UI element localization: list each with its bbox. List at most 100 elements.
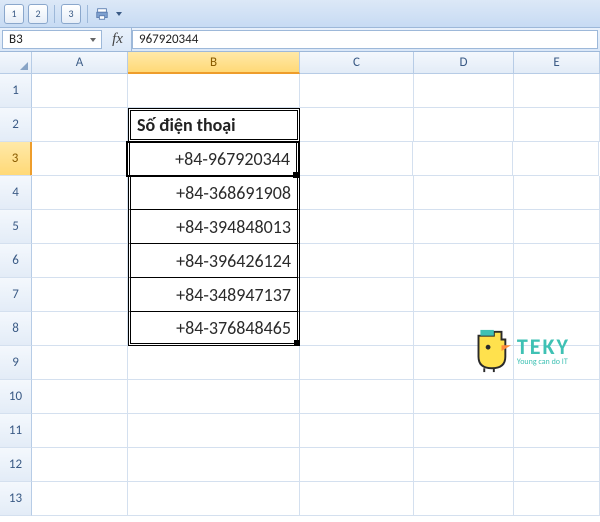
- cell-C10[interactable]: [300, 380, 414, 414]
- cell-B2[interactable]: Số điện thoại: [128, 108, 300, 142]
- row-header-4[interactable]: 4: [0, 176, 32, 210]
- row-header-8[interactable]: 8: [0, 312, 32, 346]
- cell-A11[interactable]: [32, 414, 128, 448]
- formula-value: 967920344: [139, 32, 198, 47]
- formula-input[interactable]: 967920344: [132, 30, 598, 49]
- cell-A2[interactable]: [32, 108, 128, 142]
- row-header-1[interactable]: 1: [0, 74, 32, 108]
- cell-E12[interactable]: [514, 448, 600, 482]
- cell-B7[interactable]: +84-348947137: [128, 278, 300, 312]
- cell-A8[interactable]: [32, 312, 128, 346]
- window-switch-2[interactable]: 2: [28, 4, 48, 24]
- cell-B5[interactable]: +84-394848013: [128, 210, 300, 244]
- cell-E9[interactable]: [514, 346, 600, 380]
- cell-D8[interactable]: [414, 312, 514, 346]
- cell-A7[interactable]: [32, 278, 128, 312]
- cell-A3[interactable]: [31, 142, 127, 176]
- cell-C6[interactable]: [300, 244, 414, 278]
- row-header-6[interactable]: 6: [0, 244, 32, 278]
- cell-B4[interactable]: +84-368691908: [128, 176, 300, 210]
- cell-B13[interactable]: [128, 482, 300, 516]
- cell-D10[interactable]: [414, 380, 514, 414]
- cell-B8[interactable]: +84-376848465: [128, 312, 300, 346]
- row-header-11[interactable]: 11: [0, 414, 32, 448]
- cell-B11[interactable]: [128, 414, 300, 448]
- row-header-5[interactable]: 5: [0, 210, 32, 244]
- cell-E7[interactable]: [514, 278, 600, 312]
- cell-E3[interactable]: [513, 142, 599, 176]
- column-header-B[interactable]: B: [128, 52, 300, 74]
- cell-D11[interactable]: [414, 414, 514, 448]
- cell-C5[interactable]: [300, 210, 414, 244]
- cell-C12[interactable]: [300, 448, 414, 482]
- row-11: 11: [0, 414, 600, 448]
- row-13: 13: [0, 482, 600, 516]
- cell-D5[interactable]: [414, 210, 514, 244]
- row-4: 4 +84-368691908: [0, 176, 600, 210]
- row-header-12[interactable]: 12: [0, 448, 32, 482]
- cell-E6[interactable]: [514, 244, 600, 278]
- cell-D1[interactable]: [414, 74, 514, 108]
- cell-C7[interactable]: [300, 278, 414, 312]
- cell-C3[interactable]: [299, 142, 413, 176]
- cell-C9[interactable]: [300, 346, 414, 380]
- cell-D13[interactable]: [414, 482, 514, 516]
- cell-E11[interactable]: [514, 414, 600, 448]
- column-header-E[interactable]: E: [514, 52, 600, 73]
- cell-E13[interactable]: [514, 482, 600, 516]
- print-preview-icon[interactable]: [94, 6, 110, 22]
- name-box[interactable]: B3: [2, 30, 102, 49]
- cell-A9[interactable]: [32, 346, 128, 380]
- cell-C2[interactable]: [300, 108, 414, 142]
- column-header-C[interactable]: C: [300, 52, 414, 73]
- cell-B6[interactable]: +84-396426124: [128, 244, 300, 278]
- row-header-9[interactable]: 9: [0, 346, 32, 380]
- cell-B3[interactable]: +84-967920344: [127, 142, 299, 176]
- qat-customize-dropdown[interactable]: [114, 6, 124, 22]
- column-header-A[interactable]: A: [32, 52, 128, 73]
- cell-B1[interactable]: [128, 74, 300, 108]
- cell-E10[interactable]: [514, 380, 600, 414]
- column-header-D[interactable]: D: [414, 52, 514, 73]
- cell-D9[interactable]: [414, 346, 514, 380]
- cell-E4[interactable]: [514, 176, 600, 210]
- cell-B12[interactable]: [128, 448, 300, 482]
- window-switch-3[interactable]: 3: [61, 4, 81, 24]
- cell-A4[interactable]: [32, 176, 128, 210]
- cell-D3[interactable]: [413, 142, 513, 176]
- cell-D4[interactable]: [414, 176, 514, 210]
- column-headers: A B C D E: [0, 52, 600, 74]
- name-box-dropdown[interactable]: [87, 33, 99, 47]
- cell-E5[interactable]: [514, 210, 600, 244]
- cell-E1[interactable]: [514, 74, 600, 108]
- cell-C1[interactable]: [300, 74, 414, 108]
- select-all-corner[interactable]: [0, 52, 32, 73]
- cell-B10[interactable]: [128, 380, 300, 414]
- cell-D2[interactable]: [414, 108, 514, 142]
- cell-A10[interactable]: [32, 380, 128, 414]
- cell-B9[interactable]: [128, 346, 300, 380]
- row-8: 8 +84-376848465: [0, 312, 600, 346]
- cell-D6[interactable]: [414, 244, 514, 278]
- row-header-13[interactable]: 13: [0, 482, 32, 516]
- row-header-3[interactable]: 3: [0, 142, 32, 176]
- cell-E2[interactable]: [514, 108, 600, 142]
- cell-C4[interactable]: [300, 176, 414, 210]
- name-box-value: B3: [9, 32, 23, 47]
- cell-D12[interactable]: [414, 448, 514, 482]
- cell-E8[interactable]: [514, 312, 600, 346]
- cell-C11[interactable]: [300, 414, 414, 448]
- cell-A5[interactable]: [32, 210, 128, 244]
- window-switch-1[interactable]: 1: [4, 4, 24, 24]
- cell-A1[interactable]: [32, 74, 128, 108]
- row-header-7[interactable]: 7: [0, 278, 32, 312]
- cell-A13[interactable]: [32, 482, 128, 516]
- insert-function-button[interactable]: fx: [104, 28, 132, 51]
- row-header-2[interactable]: 2: [0, 108, 32, 142]
- row-header-10[interactable]: 10: [0, 380, 32, 414]
- cell-A12[interactable]: [32, 448, 128, 482]
- cell-C13[interactable]: [300, 482, 414, 516]
- cell-D7[interactable]: [414, 278, 514, 312]
- cell-A6[interactable]: [32, 244, 128, 278]
- cell-C8[interactable]: [300, 312, 414, 346]
